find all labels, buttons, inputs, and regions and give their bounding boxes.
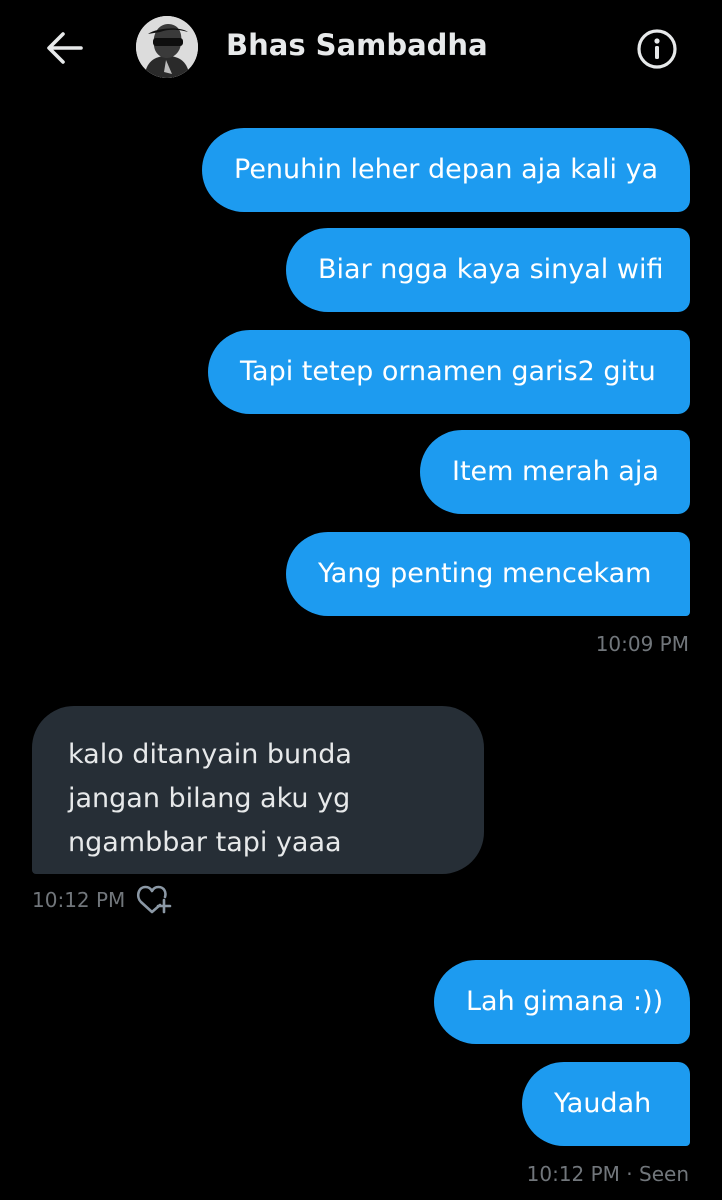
message-text: Yaudah bbox=[554, 1088, 652, 1119]
message-text: Item merah aja bbox=[452, 456, 659, 487]
info-button[interactable] bbox=[634, 26, 680, 72]
message-text: Lah gimana :)) bbox=[466, 986, 664, 1017]
back-button[interactable] bbox=[40, 26, 88, 70]
sent-message[interactable]: Item merah aja bbox=[420, 430, 690, 514]
contact-name[interactable]: Bhas Sambadha bbox=[226, 28, 488, 62]
sent-message[interactable]: Yang penting mencekam bbox=[286, 532, 690, 616]
heart-plus-icon bbox=[136, 885, 172, 914]
message-timestamp: 10:09 PM bbox=[595, 632, 689, 656]
message-text: Tapi tetep ornamen garis2 gitu bbox=[240, 356, 656, 387]
message-text: Biar ngga kaya sinyal wifi bbox=[318, 254, 664, 285]
message-timestamp: 10:12 PM bbox=[32, 888, 126, 912]
info-icon bbox=[637, 29, 677, 69]
add-reaction-button[interactable] bbox=[134, 880, 174, 918]
message-text: Penuhin leher depan aja kali ya bbox=[234, 154, 659, 185]
message-text: Yang penting mencekam bbox=[318, 558, 652, 589]
avatar[interactable] bbox=[136, 16, 198, 78]
received-message[interactable]: kalo ditanyain bunda jangan bilang aku y… bbox=[32, 706, 484, 874]
avatar-image bbox=[136, 16, 198, 78]
sent-message[interactable]: Lah gimana :)) bbox=[434, 960, 690, 1044]
sent-message[interactable]: Yaudah bbox=[522, 1062, 690, 1146]
conversation-header: Bhas Sambadha bbox=[0, 0, 722, 96]
sent-message[interactable]: Penuhin leher depan aja kali ya bbox=[202, 128, 690, 212]
message-text: kalo ditanyain bunda jangan bilang aku y… bbox=[68, 739, 352, 858]
sent-message[interactable]: Biar ngga kaya sinyal wifi bbox=[286, 228, 690, 312]
arrow-left-icon bbox=[47, 32, 83, 64]
sent-message[interactable]: Tapi tetep ornamen garis2 gitu bbox=[208, 330, 690, 414]
message-seen-status: 10:12 PM · Seen bbox=[526, 1162, 689, 1186]
